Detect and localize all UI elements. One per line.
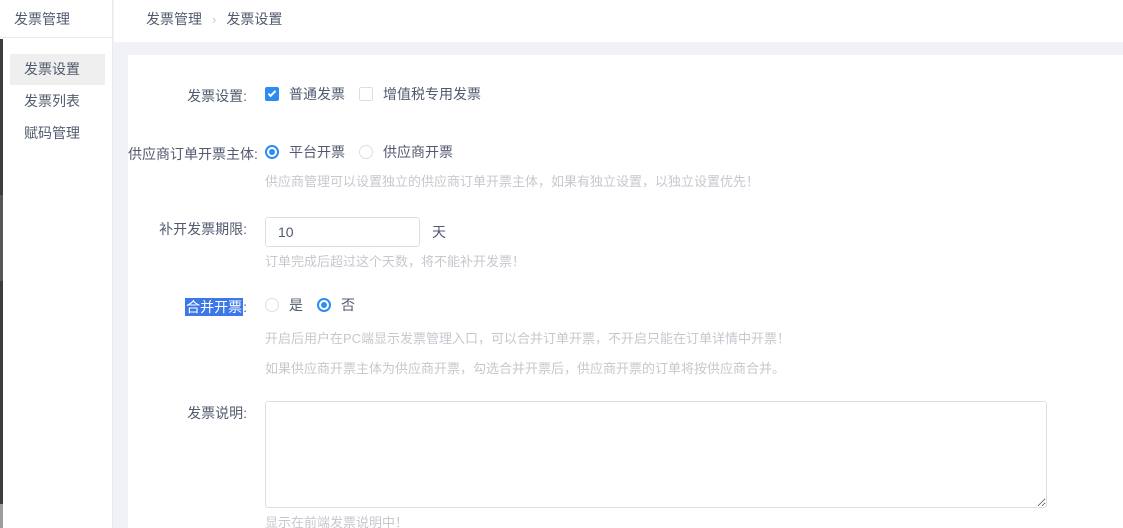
sidebar-item-code-management[interactable]: 赋码管理: [10, 118, 105, 149]
merge-invoice-label: 合并开票:: [128, 295, 247, 317]
radio-supplier-invoicing[interactable]: [359, 145, 373, 159]
breadcrumb: 发票管理 › 发票设置: [114, 0, 1123, 38]
settings-panel: 发票设置: 普通发票 增值税专用发票 供应商订单开票主体:: [128, 55, 1123, 528]
scrollbar-foot: [0, 504, 3, 528]
row-invoice-types: 发票设置: 普通发票 增值税专用发票: [128, 84, 1123, 106]
sidebar-title: 发票管理: [0, 0, 112, 38]
invoice-types-label: 发票设置:: [128, 84, 247, 106]
reissue-period-label: 补开发票期限:: [128, 217, 247, 239]
invoice-note-label: 发票说明:: [128, 401, 247, 423]
merge-invoice-help-1: 开启后用户在PC端显示发票管理入口，可以合并订单开票，不开启只能在订单详情中开票…: [265, 332, 790, 345]
checkbox-vat-special-invoice[interactable]: [359, 87, 373, 101]
checkbox-normal-invoice[interactable]: [265, 87, 279, 101]
sidebar-item-invoice-list[interactable]: 发票列表: [10, 86, 105, 117]
merge-invoice-colon: :: [243, 299, 247, 315]
radio-supplier-invoicing-label[interactable]: 供应商开票: [383, 142, 453, 162]
sidebar-menu: 发票设置 发票列表 赋码管理: [0, 38, 112, 149]
merge-invoice-help-2: 如果供应商开票主体为供应商开票，勾选合并开票后，供应商开票的订单将按供应商合并。: [265, 362, 790, 375]
selected-text-highlight: 合并开票: [185, 298, 243, 316]
supplier-subject-help: 供应商管理可以设置独立的供应商订单开票主体，如果有独立设置，以独立设置优先！: [265, 175, 759, 188]
reissue-period-unit: 天: [432, 217, 446, 247]
collapsed-nav-edge: [0, 39, 3, 528]
radio-dot-icon: [321, 302, 327, 308]
radio-merge-yes-label[interactable]: 是: [289, 295, 303, 315]
radio-merge-no-label[interactable]: 否: [341, 295, 355, 315]
checkbox-vat-special-invoice-label[interactable]: 增值税专用发票: [383, 84, 481, 104]
radio-dot-icon: [269, 149, 275, 155]
row-merge-invoice: 合并开票: 是 否 开启后用户在PC端显示发票管理入口，可以合并订单开票，不开启…: [128, 295, 1123, 375]
breadcrumb-invoice-settings: 发票设置: [226, 9, 282, 29]
invoice-note-textarea[interactable]: [265, 401, 1047, 508]
breadcrumb-invoice-management[interactable]: 发票管理: [146, 9, 202, 29]
radio-merge-yes[interactable]: [265, 298, 279, 312]
check-icon: [268, 89, 276, 97]
radio-platform-invoicing[interactable]: [265, 145, 279, 159]
supplier-subject-label: 供应商订单开票主体:: [128, 142, 247, 164]
sidebar-item-invoice-settings[interactable]: 发票设置: [10, 54, 105, 85]
chevron-right-icon: ›: [212, 12, 216, 27]
row-reissue-period: 补开发票期限: 天 订单完成后超过这个天数，将不能补开发票！: [128, 217, 1123, 268]
reissue-period-input[interactable]: [265, 217, 420, 247]
row-supplier-subject: 供应商订单开票主体: 平台开票 供应商开票 供应商管理可以设置独立的供应商订单开…: [128, 142, 1123, 188]
checkbox-normal-invoice-label[interactable]: 普通发票: [289, 84, 345, 104]
radio-platform-invoicing-label[interactable]: 平台开票: [289, 142, 345, 162]
topbar: 发票管理 › 发票设置: [114, 0, 1123, 42]
scrollbar-thumb[interactable]: [0, 195, 3, 281]
radio-merge-no[interactable]: [317, 298, 331, 312]
invoice-note-help: 显示在前端发票说明中！: [265, 516, 1047, 528]
reissue-period-help: 订单完成后超过这个天数，将不能补开发票！: [265, 255, 525, 268]
invoice-settings-page: 发票管理 发票设置 发票列表 赋码管理 发票管理 › 发票设置 发票设置:: [0, 0, 1123, 528]
sidebar: 发票管理 发票设置 发票列表 赋码管理: [0, 0, 113, 528]
row-invoice-note: 发票说明: 显示在前端发票说明中！: [128, 401, 1123, 528]
